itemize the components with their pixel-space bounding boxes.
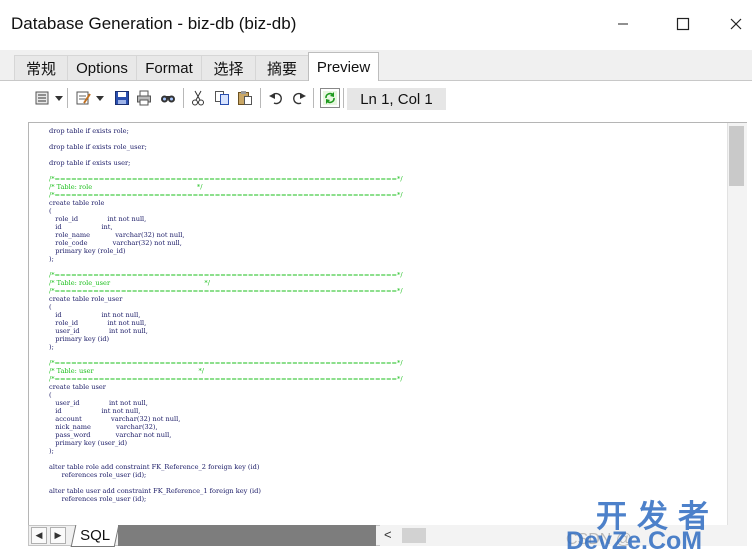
find-button[interactable] [158, 88, 178, 108]
code-line: /*======================================… [49, 191, 403, 199]
print-button[interactable] [134, 88, 154, 108]
undo-icon [269, 92, 282, 105]
save-icon [115, 91, 129, 105]
find-icon [161, 95, 175, 103]
code-line: /*======================================… [49, 175, 403, 183]
code-line: ); [49, 255, 54, 263]
code-line: id int not null, [49, 407, 141, 415]
sheet-tab-area [118, 525, 376, 546]
refresh-icon [323, 91, 337, 105]
code-line: /* Table: user */ [49, 367, 204, 375]
undo-button[interactable] [266, 88, 286, 108]
code-line: user_id int not null, [49, 327, 148, 335]
tab-general[interactable]: 常规 [14, 55, 68, 80]
horizontal-scrollbar-thumb[interactable] [402, 528, 426, 543]
code-line: role_name varchar(32) not null, [49, 231, 185, 239]
tab-options[interactable]: Options [67, 55, 137, 80]
editor-gutter [29, 123, 47, 525]
code-line: id int not null, [49, 311, 141, 319]
code-line: primary key (user_id) [49, 439, 128, 447]
minimize-icon [618, 23, 628, 25]
window-title: Database Generation - biz-db (biz-db) [11, 14, 297, 33]
edit-menu-button[interactable] [32, 88, 52, 108]
watermark-en: DevZe.CoM [566, 527, 703, 555]
toolbar-divider [183, 88, 184, 108]
tab-preview[interactable]: Preview [308, 52, 379, 81]
code-line: ( [49, 391, 52, 399]
code-line: /*======================================… [49, 359, 403, 367]
code-line: nick_name varchar(32), [49, 423, 158, 431]
sheet-tab-sql[interactable]: SQL [70, 525, 120, 547]
toolbar-divider [343, 88, 344, 108]
save-button[interactable] [112, 88, 132, 108]
code-line: user_id int not null, [49, 399, 148, 407]
tab-summary[interactable]: 摘要 [255, 55, 309, 80]
sheet-tab-sql-label: SQL [80, 527, 111, 544]
code-line: create table role_user [49, 295, 123, 303]
prev-sheet-button[interactable]: ◀ [31, 527, 47, 544]
maximize-icon [676, 17, 690, 31]
code-line: role_id int not null, [49, 215, 147, 223]
code-line: drop table if exists user; [49, 159, 131, 167]
toolbar-divider [260, 88, 261, 108]
close-icon [730, 18, 741, 30]
copy-button[interactable] [212, 88, 232, 108]
maximize-button[interactable] [661, 6, 705, 42]
code-line: /*======================================… [49, 375, 403, 383]
paste-icon [238, 91, 252, 105]
code-line: ); [49, 447, 54, 455]
properties-menu-caret-icon[interactable] [96, 96, 104, 101]
code-line: references role_user (id); [49, 471, 147, 479]
code-line: id int, [49, 223, 113, 231]
code-line: drop table if exists role; [49, 127, 129, 135]
code-line: role_id int not null, [49, 319, 147, 327]
next-sheet-button[interactable]: ▶ [50, 527, 66, 544]
code-line: ( [49, 303, 52, 311]
toolbar-divider [313, 88, 314, 108]
tab-format[interactable]: Format [136, 55, 202, 80]
code-line: role_code varchar(32) not null, [49, 239, 182, 247]
vertical-scrollbar-thumb[interactable] [729, 126, 744, 186]
edit-menu-caret-icon[interactable] [55, 96, 63, 101]
scroll-left-button[interactable]: < [384, 527, 392, 542]
print-icon [137, 90, 151, 106]
code-line: /*======================================… [49, 271, 403, 279]
cut-button[interactable] [188, 88, 208, 108]
code-line: /* Table: role */ [49, 183, 203, 191]
copy-icon [215, 91, 229, 105]
toolbar-divider [67, 88, 68, 108]
code-line: primary key (role_id) [49, 247, 126, 255]
edit-menu-icon [35, 91, 49, 105]
code-line: pass_word varchar not null, [49, 431, 172, 439]
code-line: /*======================================… [49, 287, 403, 295]
cursor-position-indicator: Ln 1, Col 1 [347, 88, 446, 110]
code-area[interactable]: drop table if exists role; drop table if … [47, 123, 403, 525]
code-line: ( [49, 207, 52, 215]
redo-button[interactable] [289, 88, 309, 108]
close-button[interactable] [719, 6, 752, 42]
code-line: alter table role add constraint FK_Refer… [49, 463, 260, 471]
minimize-button[interactable] [601, 6, 645, 42]
code-line: create table user [49, 383, 106, 391]
code-line: alter table user add constraint FK_Refer… [49, 487, 261, 495]
code-line: account varchar(32) not null, [49, 415, 181, 423]
paste-button[interactable] [235, 88, 255, 108]
tab-selection[interactable]: 选择 [201, 55, 256, 80]
code-line: ); [49, 343, 54, 351]
code-line: /* Table: role_user */ [49, 279, 210, 287]
cut-icon [192, 90, 204, 106]
refresh-button[interactable] [320, 88, 340, 108]
code-line: primary key (id) [49, 335, 110, 343]
redo-icon [293, 92, 306, 105]
properties-menu-button[interactable] [73, 88, 93, 108]
code-line: create table role [49, 199, 105, 207]
properties-menu-icon [76, 91, 91, 105]
code-line: references role_user (id); [49, 495, 147, 503]
code-line: drop table if exists role_user; [49, 143, 147, 151]
